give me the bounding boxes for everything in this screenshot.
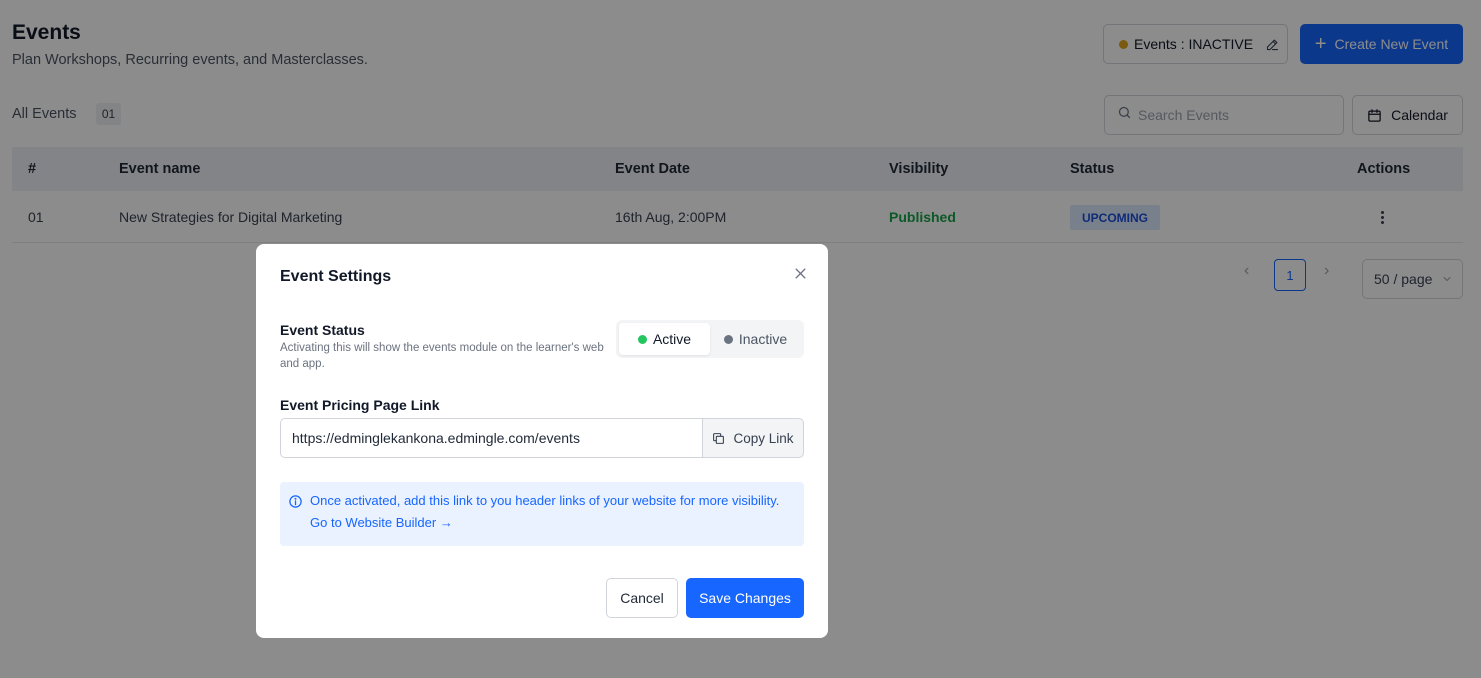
active-label: Active: [652, 331, 692, 347]
close-icon[interactable]: [791, 264, 809, 282]
status-option-active[interactable]: Active: [619, 323, 710, 355]
info-icon: [288, 494, 303, 514]
event-status-help-text: Activating this will show the events mod…: [280, 342, 604, 370]
copy-link-label: Copy Link: [733, 430, 794, 446]
pricing-link-label: Event Pricing Page Link: [280, 397, 440, 413]
event-status-toggle[interactable]: Active Inactive: [616, 320, 804, 358]
copy-icon: [713, 432, 725, 444]
website-builder-link[interactable]: Go to Website Builder →: [310, 515, 453, 530]
event-status-label: Event Status: [280, 322, 365, 338]
save-changes-button[interactable]: Save Changes: [686, 578, 804, 618]
cancel-button[interactable]: Cancel: [606, 578, 678, 618]
pricing-link-field[interactable]: https://edminglekankona.edmingle.com/eve…: [280, 418, 703, 458]
green-dot-icon: [637, 334, 647, 344]
inactive-label: Inactive: [738, 331, 788, 347]
gray-dot-icon: [723, 334, 733, 344]
copy-link-button[interactable]: Copy Link: [702, 418, 804, 458]
info-banner: Once activated, add this link to you hea…: [280, 482, 804, 546]
status-option-inactive[interactable]: Inactive: [710, 323, 801, 355]
info-text: Once activated, add this link to you hea…: [310, 493, 780, 508]
event-settings-modal: Event Settings Event Status Activating t…: [256, 244, 828, 638]
modal-title: Event Settings: [280, 268, 392, 285]
